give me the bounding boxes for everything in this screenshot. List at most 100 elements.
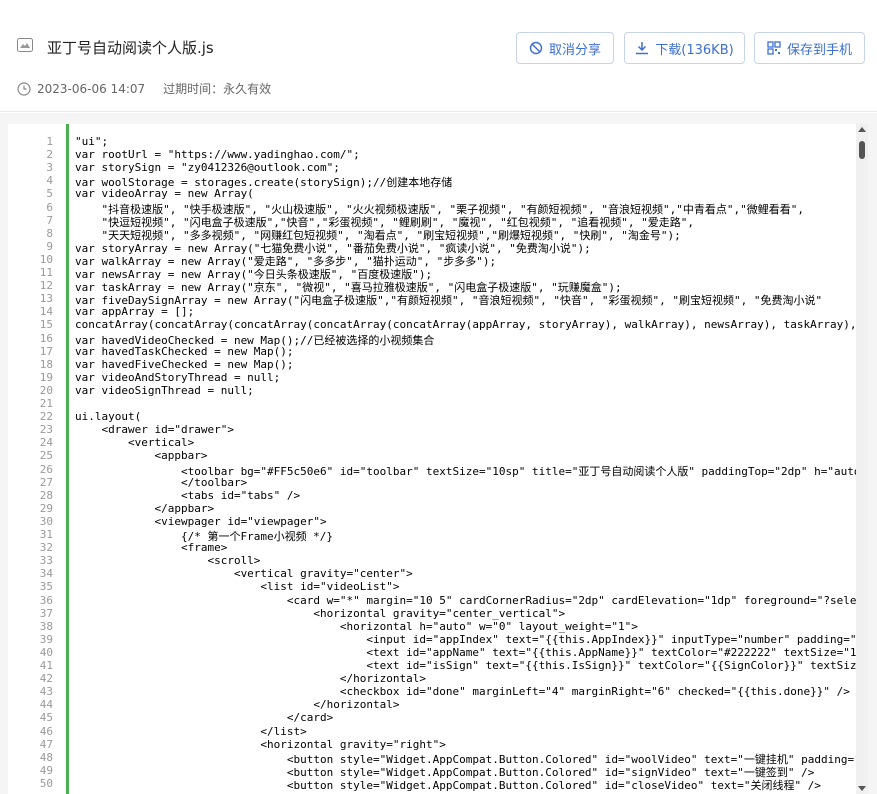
clock-icon xyxy=(17,81,31,96)
scroll-down-icon[interactable] xyxy=(858,786,866,791)
line-number: 48 xyxy=(39,750,53,764)
code-line: <scroll> xyxy=(75,554,261,568)
line-number: 16 xyxy=(39,331,53,345)
scroll-up-icon[interactable] xyxy=(858,127,866,132)
file-icon xyxy=(17,38,33,52)
code-line: <card w="*" margin="10 5" cardCornerRadi… xyxy=(75,593,868,607)
code-line: <vertical gravity="center"> xyxy=(75,567,413,581)
line-number: 9 xyxy=(46,239,53,253)
line-number: 24 xyxy=(39,436,53,450)
code-line: <text id="isSign" text="{{this.IsSign}}"… xyxy=(75,659,857,672)
code-line: </list> xyxy=(75,724,307,738)
line-number: 8 xyxy=(46,226,53,240)
code-line: <checkbox id="done" marginLeft="4" margi… xyxy=(75,685,850,699)
code-line: var havedFiveChecked = new Map(); xyxy=(75,357,294,371)
line-number: 13 xyxy=(39,292,53,306)
line-number: 36 xyxy=(39,593,53,607)
code-line: var videoArray = new Array( xyxy=(75,187,254,201)
line-number: 43 xyxy=(39,685,53,699)
code-line: <horizontal h="auto" w="0" layout_weight… xyxy=(75,619,638,633)
line-number: 33 xyxy=(39,554,53,568)
code-line: var havedTaskChecked = new Map(); xyxy=(75,344,294,358)
file-name: 亚丁号自动阅读个人版.js xyxy=(47,39,214,57)
code-line: <input id="appIndex" text="{{this.AppInd… xyxy=(75,632,857,646)
line-number: 38 xyxy=(39,619,53,633)
download-label: 下载(136KB) xyxy=(655,42,734,58)
line-number: 7 xyxy=(46,213,53,227)
save-to-phone-button[interactable]: 保存到手机 xyxy=(754,32,865,64)
line-number: 30 xyxy=(39,514,53,528)
line-number: 29 xyxy=(39,501,53,515)
line-number: 11 xyxy=(39,266,53,279)
download-icon xyxy=(636,42,649,55)
code-line: ui.layout( xyxy=(75,410,142,424)
file-header: 亚丁号自动阅读个人版.js 2023-06-06 14:07 过期时间：永久有效… xyxy=(0,0,877,112)
line-number: 42 xyxy=(39,672,53,686)
code-line: <button style="Widget.AppCompat.Button.C… xyxy=(75,778,821,792)
code-line: <horizontal gravity="right"> xyxy=(75,737,446,751)
code-line: </appbar> xyxy=(75,501,215,515)
file-meta: 2023-06-06 14:07 过期时间：永久有效 xyxy=(17,80,271,97)
code-line: var videoAndStoryThread = null; xyxy=(75,370,281,384)
code-viewer[interactable]: 1 2 3 4 5 6 7 8 9 10 11 12 13 14 15 16 17 18 19 20 21 22 23 24 2… xyxy=(8,124,868,794)
line-number: 22 xyxy=(39,410,53,424)
code-line: "ui"; xyxy=(75,135,109,148)
download-button[interactable]: 下载(136KB) xyxy=(624,32,745,64)
expire-label: 过期时间：永久有效 xyxy=(163,82,272,96)
cancel-share-label: 取消分享 xyxy=(548,42,601,58)
code-line: <frame> xyxy=(75,541,228,555)
line-number: 47 xyxy=(39,737,53,751)
cancel-share-icon xyxy=(529,41,543,55)
code-line: var storySign = "zy0412326@outlook.com"; xyxy=(75,161,340,175)
code-line: <horizontal gravity="center_vertical"> xyxy=(75,606,566,620)
line-number: 2 xyxy=(46,148,53,162)
line-number: 49 xyxy=(39,763,53,777)
code-line: <vertical> xyxy=(75,436,195,450)
line-number: 3 xyxy=(46,161,53,175)
line-number: 46 xyxy=(39,724,53,738)
code-line: <drawer id="drawer"> xyxy=(75,423,234,437)
line-number: 32 xyxy=(39,541,53,555)
line-number: 10 xyxy=(39,252,53,266)
line-number: 18 xyxy=(39,357,53,371)
line-number: 31 xyxy=(39,528,53,541)
line-number: 23 xyxy=(39,423,53,437)
line-number: 34 xyxy=(39,567,53,581)
line-number: 17 xyxy=(39,344,53,358)
code-line: <appbar> xyxy=(75,449,208,463)
cancel-share-button[interactable]: 取消分享 xyxy=(516,32,614,64)
gutter-change-bar xyxy=(66,124,69,794)
code-line: var appArray = []; xyxy=(75,305,195,319)
line-number: 20 xyxy=(39,383,53,397)
line-number: 14 xyxy=(39,305,53,319)
line-number: 19 xyxy=(39,370,53,384)
line-number: 15 xyxy=(39,318,53,332)
line-number: 6 xyxy=(46,200,53,214)
line-number: 45 xyxy=(39,711,53,725)
code-line: <tabs id="tabs" /> xyxy=(75,488,301,502)
line-number: 1 xyxy=(46,135,53,148)
code-line: <viewpager id="viewpager"> xyxy=(75,514,327,528)
line-number: 26 xyxy=(39,462,53,476)
line-number: 37 xyxy=(39,606,53,620)
code-line: <text id="appName" text="{{this.AppName}… xyxy=(75,645,857,659)
line-number: 44 xyxy=(39,698,53,712)
line-number: 21 xyxy=(39,397,53,410)
save-to-phone-label: 保存到手机 xyxy=(786,42,852,58)
line-number: 25 xyxy=(39,449,53,463)
line-number-gutter: 1 2 3 4 5 6 7 8 9 10 11 12 13 14 15 16 17 18 19 20 21 22 23 24 2… xyxy=(8,124,63,794)
upload-date: 2023-06-06 14:07 xyxy=(37,81,146,96)
line-number: 5 xyxy=(46,187,53,201)
line-number: 35 xyxy=(39,580,53,594)
save-phone-icon xyxy=(767,41,781,55)
code-line: </card> xyxy=(75,711,334,725)
code-line: var videoSignThread = null; xyxy=(75,383,254,397)
line-number: 28 xyxy=(39,488,53,502)
code-line: </horizontal> xyxy=(75,698,400,712)
line-number: 12 xyxy=(39,279,53,293)
scrollbar-thumb[interactable] xyxy=(859,141,865,159)
vertical-scrollbar[interactable] xyxy=(856,124,868,794)
code-line: </horizontal> xyxy=(75,672,426,686)
line-number: 4 xyxy=(46,174,53,188)
code-preview-area: 1 2 3 4 5 6 7 8 9 10 11 12 13 14 15 16 17 18 19 20 21 22 23 24 2… xyxy=(0,113,877,794)
